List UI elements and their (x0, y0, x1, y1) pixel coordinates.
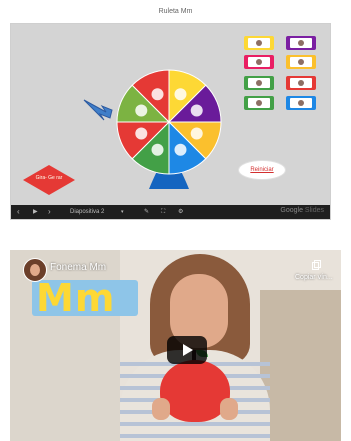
bee-icon (135, 127, 148, 140)
picture-card[interactable] (244, 76, 274, 90)
page-title: Ruleta Mm (158, 8, 193, 15)
clock-icon (298, 100, 304, 106)
fullscreen-icon[interactable]: ⛶ (161, 208, 165, 216)
monkey-icon (190, 127, 203, 140)
brand-google: Google (280, 207, 303, 214)
monkey-icon (256, 59, 262, 65)
video-embed[interactable]: Mm Fonema Mm Copiar vín... (10, 250, 341, 441)
picture-card[interactable] (286, 96, 316, 110)
apple-icon (174, 143, 187, 156)
fork-icon (298, 40, 304, 46)
mm-logo-text: Mm (36, 276, 116, 320)
dog-icon (135, 104, 148, 117)
picture-card[interactable] (244, 55, 274, 69)
right-hand (220, 398, 238, 420)
chevron-left-icon[interactable]: ‹ (17, 208, 20, 216)
channel-avatar[interactable] (23, 258, 47, 282)
pointer-arrow-icon (83, 99, 113, 121)
pen-icon[interactable]: ✎ (144, 208, 149, 216)
dog-icon (256, 100, 262, 106)
picture-card[interactable] (244, 96, 274, 110)
slides-embed[interactable]: Gira- Ge rar Reiniciar ‹ ▶ › Diapositiva… (10, 23, 331, 220)
bunny-icon (174, 88, 187, 101)
bee-icon (298, 80, 304, 86)
picture-card[interactable] (244, 36, 274, 50)
video-shelf (260, 290, 341, 441)
google-slides-logo[interactable]: Google Slides (280, 207, 324, 214)
copy-link-icon[interactable] (312, 260, 321, 270)
copy-link-label[interactable]: Copiar vín... (295, 274, 333, 281)
slides-toolbar: ‹ ▶ › Diapositiva 2 ▾ ✎ ⛶ ⚙ Google Slide… (11, 205, 330, 219)
chevron-right-icon[interactable]: › (48, 208, 51, 216)
picture-card[interactable] (286, 76, 316, 90)
bunny-icon (256, 40, 262, 46)
restart-button[interactable]: Reiniciar (238, 160, 286, 180)
play-icon (183, 344, 193, 356)
fork-icon (190, 104, 203, 117)
clock-icon (151, 88, 164, 101)
picture-card[interactable] (286, 55, 316, 69)
play-button[interactable] (167, 336, 207, 364)
slide-selector[interactable]: Diapositiva 2 (70, 208, 104, 216)
video-title[interactable]: Fonema Mm (50, 262, 106, 273)
slide-canvas[interactable]: Gira- Ge rar Reiniciar (11, 24, 330, 207)
left-hand (152, 398, 170, 420)
apple-icon (298, 59, 304, 65)
chevron-down-icon[interactable]: ▾ (121, 208, 124, 216)
mouse-icon (151, 143, 164, 156)
brand-slides: Slides (304, 207, 324, 214)
mm-logo: Mm (32, 276, 138, 320)
restart-button-label: Reiniciar (250, 167, 274, 173)
gear-icon[interactable]: ⚙ (178, 208, 183, 216)
spin-button[interactable]: Gira- Ge rar (23, 175, 75, 181)
mouse-icon (256, 80, 262, 86)
picture-card[interactable] (286, 36, 316, 50)
play-icon[interactable]: ▶ (33, 208, 38, 216)
